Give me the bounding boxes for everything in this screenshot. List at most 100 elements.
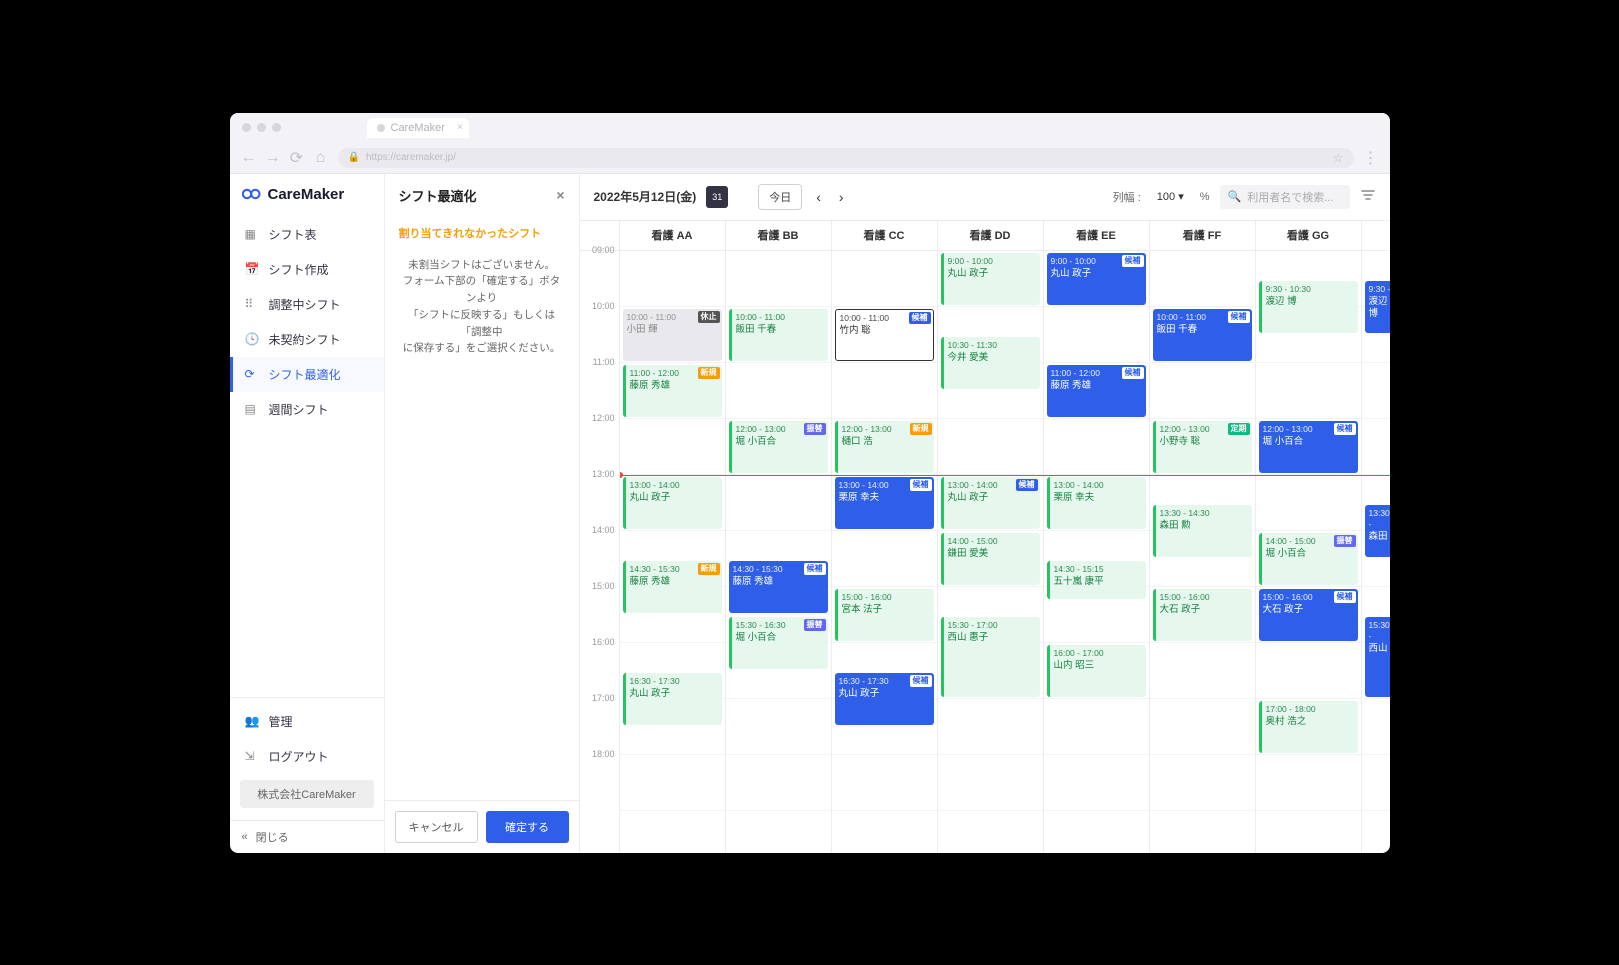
shift-card[interactable]: 14:00 - 15:00 堀 小百合振替: [1259, 533, 1358, 585]
prev-day-button[interactable]: ‹: [812, 189, 825, 205]
lock-icon: 🔒: [348, 152, 360, 163]
shift-card[interactable]: 14:00 - 15:00 鎌田 愛美: [941, 533, 1040, 585]
shift-name: 森田 勲: [1160, 520, 1248, 532]
reload-icon[interactable]: ⟳: [290, 151, 304, 165]
shift-card[interactable]: 13:30 - 14:30 森田 勲: [1153, 505, 1252, 557]
shift-time: 13:00 - 14:00: [1054, 480, 1142, 491]
sidebar-logout[interactable]: ⇲ ログアウト: [230, 739, 384, 774]
shift-card[interactable]: 14:30 - 15:30 藤原 秀雄候補: [729, 561, 828, 613]
tab-close-icon[interactable]: ×: [457, 122, 463, 133]
shift-name: 藤原 秀雄: [1051, 380, 1142, 392]
url-bar[interactable]: 🔒 https://caremaker.jp/ ☆: [338, 148, 1354, 168]
shift-name: 飯田 千春: [1157, 324, 1248, 336]
shift-card[interactable]: 14:30 - 15:30 藤原 秀雄新規: [623, 561, 722, 613]
sidebar-item-label: シフト作成: [269, 261, 329, 278]
shift-card[interactable]: 15:30 - 西山: [1365, 617, 1390, 697]
shift-card[interactable]: 13:00 - 14:00 栗原 幸夫候補: [835, 477, 934, 529]
sidebar-item-1[interactable]: 📅 シフト作成: [230, 252, 384, 287]
staff-column: 看護 FF10:00 - 11:00 飯田 千春候補12:00 - 13:00 …: [1150, 221, 1256, 853]
shift-card[interactable]: 10:00 - 11:00 飯田 千春: [729, 309, 828, 361]
clock-icon: 🕓: [245, 332, 259, 346]
menu-icon[interactable]: ⋮: [1364, 151, 1378, 165]
shift-card[interactable]: 12:00 - 13:00 堀 小百合振替: [729, 421, 828, 473]
shift-card[interactable]: 16:00 - 17:00 山内 昭三: [1047, 645, 1146, 697]
shift-card[interactable]: 9:00 - 10:00 丸山 政子候補: [1047, 253, 1146, 305]
shift-card[interactable]: 14:30 - 15:15 五十嵐 康平: [1047, 561, 1146, 599]
shift-card[interactable]: 13:30 - 森田: [1365, 505, 1390, 557]
sidebar-item-2[interactable]: ⠿ 調整中シフト: [230, 287, 384, 322]
shift-name: 森田: [1369, 531, 1390, 543]
column-width-select[interactable]: 100 ▾: [1151, 188, 1190, 205]
sidebar-admin[interactable]: 👥 管理: [230, 704, 384, 739]
next-day-button[interactable]: ›: [835, 189, 848, 205]
shift-card[interactable]: 9:30 - 渡辺 博: [1365, 281, 1390, 333]
sidebar-item-5[interactable]: ▤ 週間シフト: [230, 392, 384, 427]
shift-card[interactable]: 15:00 - 16:00 大石 政子候補: [1259, 589, 1358, 641]
shift-name: 五十嵐 康平: [1054, 576, 1142, 588]
sidebar-item-0[interactable]: ▦ シフト表: [230, 217, 384, 252]
back-icon[interactable]: ←: [242, 151, 256, 165]
browser-tab[interactable]: CareMaker ×: [367, 118, 469, 138]
shift-card[interactable]: 16:30 - 17:30 丸山 政子候補: [835, 673, 934, 725]
traffic-light-close[interactable]: [242, 123, 251, 132]
shift-card[interactable]: 13:00 - 14:00 栗原 幸夫: [1047, 477, 1146, 529]
brand-text: CareMaker: [268, 186, 345, 203]
forward-icon[interactable]: →: [266, 151, 280, 165]
shift-card[interactable]: 15:30 - 17:00 西山 惠子: [941, 617, 1040, 697]
shift-card[interactable]: 11:00 - 12:00 藤原 秀雄新規: [623, 365, 722, 417]
filter-icon[interactable]: [1360, 187, 1376, 206]
staff-column: 看護 CC10:00 - 11:00 竹内 聡候補12:00 - 13:00 樋…: [832, 221, 938, 853]
brand-logo[interactable]: CareMaker: [230, 174, 384, 217]
shift-name: 今井 愛美: [948, 352, 1036, 364]
staff-column: 9:30 - 渡辺 博 13:30 - 森田 15:30 - 西山: [1362, 221, 1390, 853]
shift-card[interactable]: 11:00 - 12:00 藤原 秀雄候補: [1047, 365, 1146, 417]
home-icon[interactable]: ⌂: [314, 151, 328, 165]
panel-empty-message: 未割当シフトはございません。 フォーム下部の「確定する」ボタンより 「シフトに反…: [385, 247, 579, 800]
traffic-light-min[interactable]: [257, 123, 266, 132]
grid-icon: ▤: [245, 402, 259, 416]
shift-time: 13:30 - 14:30: [1160, 508, 1248, 519]
confirm-button[interactable]: 確定する: [486, 811, 569, 843]
shift-card[interactable]: 9:00 - 10:00 丸山 政子: [941, 253, 1040, 305]
shift-card[interactable]: 9:30 - 10:30 渡辺 博: [1259, 281, 1358, 333]
shift-card[interactable]: 13:00 - 14:00 丸山 政子候補: [941, 477, 1040, 529]
shift-card[interactable]: 10:00 - 11:00 小田 輝休止: [623, 309, 722, 361]
sidebar-item-label: ログアウト: [269, 748, 329, 765]
shift-badge: 候補: [1334, 423, 1356, 435]
shift-badge: 候補: [804, 563, 826, 575]
shift-card[interactable]: 12:00 - 13:00 樋口 浩新規: [835, 421, 934, 473]
shift-name: 大石 政子: [1263, 604, 1354, 616]
shift-card[interactable]: 12:00 - 13:00 小野寺 聡定期: [1153, 421, 1252, 473]
search-input[interactable]: 🔍 利用者名で検索...: [1220, 185, 1350, 209]
sidebar-item-label: シフト最適化: [269, 366, 341, 383]
cancel-button[interactable]: キャンセル: [395, 811, 478, 843]
staff-column: 看護 GG9:30 - 10:30 渡辺 博12:00 - 13:00 堀 小百…: [1256, 221, 1362, 853]
staff-column: 看護 DD9:00 - 10:00 丸山 政子10:30 - 11:30 今井 …: [938, 221, 1044, 853]
today-button[interactable]: 今日: [758, 184, 802, 210]
shift-card[interactable]: 12:00 - 13:00 堀 小百合候補: [1259, 421, 1358, 473]
sidebar-item-3[interactable]: 🕓 未契約シフト: [230, 322, 384, 357]
shift-card[interactable]: 15:00 - 16:00 宮本 法子: [835, 589, 934, 641]
traffic-light-max[interactable]: [272, 123, 281, 132]
shift-card[interactable]: 10:00 - 11:00 飯田 千春候補: [1153, 309, 1252, 361]
shift-card[interactable]: 13:00 - 14:00 丸山 政子: [623, 477, 722, 529]
column-body: 9:00 - 10:00 丸山 政子候補 11:00 - 12:00 藤原 秀雄候…: [1044, 251, 1149, 811]
column-width-unit: %: [1200, 191, 1210, 203]
shift-badge: 候補: [910, 675, 932, 687]
panel-close-icon[interactable]: ×: [556, 187, 564, 203]
bookmark-icon[interactable]: ☆: [1333, 151, 1344, 165]
shift-card[interactable]: 17:00 - 18:00 奥村 浩之: [1259, 701, 1358, 753]
shift-card[interactable]: 15:30 - 16:30 堀 小百合振替: [729, 617, 828, 669]
calendar-icon[interactable]: 31: [706, 186, 728, 208]
shift-card[interactable]: 16:30 - 17:30 丸山 政子: [623, 673, 722, 725]
main-area: 2022年5月12日(金) 31 今日 ‹ › 列幅 : 100 ▾ % 🔍 利…: [580, 174, 1390, 853]
sidebar-item-4[interactable]: ⟳ シフト最適化: [230, 357, 384, 392]
shift-card[interactable]: 15:00 - 16:00 大石 政子: [1153, 589, 1252, 641]
shift-card[interactable]: 10:30 - 11:30 今井 愛美: [941, 337, 1040, 389]
sidebar-collapse[interactable]: « 閉じる: [230, 820, 384, 853]
column-header: [1362, 221, 1390, 251]
shift-name: 丸山 政子: [1051, 268, 1142, 280]
shift-card[interactable]: 10:00 - 11:00 竹内 聡候補: [835, 309, 934, 361]
shift-time: 14:30 - 15:15: [1054, 564, 1142, 575]
sidebar-item-label: 未契約シフト: [269, 331, 341, 348]
